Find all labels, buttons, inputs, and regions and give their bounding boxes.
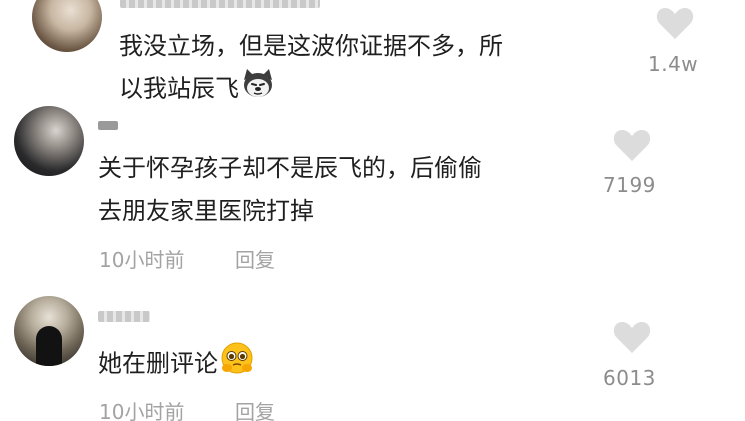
comment-text-line: 以我站辰飞 (119, 67, 275, 112)
avatar[interactable] (14, 296, 84, 366)
husky-emoji-icon (241, 67, 275, 112)
comment-time: 10小时前 (99, 400, 185, 421)
avatar[interactable] (32, 0, 102, 52)
comment-text-line: 她在删评论 (98, 341, 254, 388)
reply-button[interactable]: 回复 (235, 396, 275, 421)
comment-text: 她在删评论 (98, 349, 218, 378)
like-count: 1.4w (648, 52, 699, 76)
comment-text-line: 我没立场，但是这波你证据不多，所 (119, 32, 503, 60)
avatar[interactable] (14, 106, 84, 176)
username-blurred[interactable] (98, 121, 118, 130)
comment-time: 10小时前 (99, 248, 185, 272)
username-blurred[interactable] (98, 311, 150, 322)
like-heart-icon[interactable] (613, 128, 651, 166)
like-heart-icon[interactable] (656, 6, 694, 44)
username-blurred[interactable] (120, 0, 320, 8)
comment-text: 以我站辰飞 (119, 74, 239, 103)
reply-button[interactable]: 回复 (235, 244, 275, 273)
like-heart-icon[interactable] (613, 320, 651, 358)
like-count: 6013 (603, 366, 656, 390)
pleading-emoji-icon (220, 341, 254, 388)
like-count: 7199 (603, 173, 656, 197)
comment-text-line: 去朋友家里医院打掉 (98, 197, 314, 225)
comment-text-line: 关于怀孕孩子却不是辰飞的，后偷偷 (98, 154, 482, 182)
